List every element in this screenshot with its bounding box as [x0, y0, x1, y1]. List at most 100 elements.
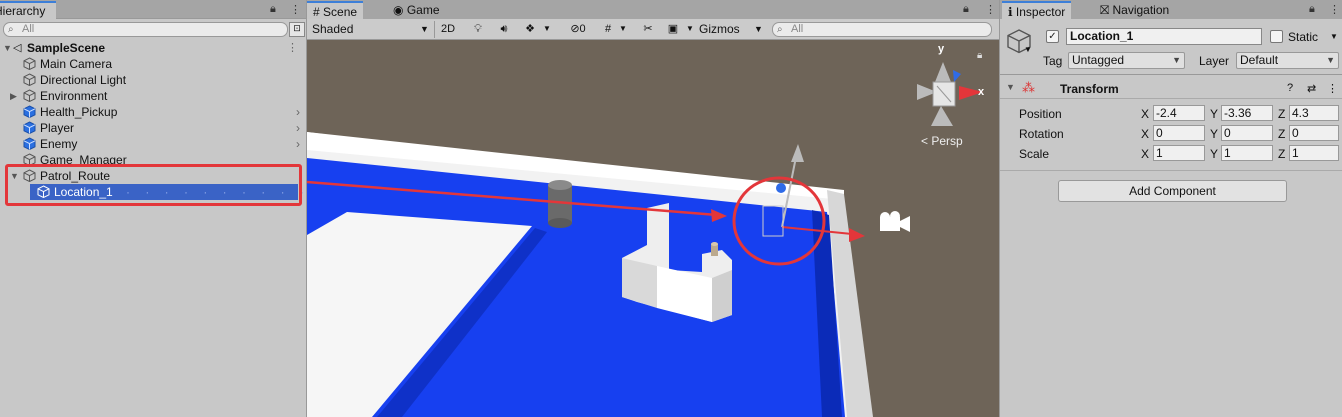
lock-icon[interactable]: 🔒︎: [270, 3, 276, 16]
shading-mode-label: Shaded: [312, 22, 354, 36]
layer-dropdown[interactable]: Default ▼: [1236, 52, 1339, 69]
lock-icon[interactable]: 🔒︎: [1309, 3, 1315, 16]
effects-toggle-icon[interactable]: ❖: [519, 20, 541, 38]
list-item[interactable]: Health_Pickup ›: [0, 104, 306, 120]
tab-hierarchy[interactable]: Hierarchy: [0, 1, 56, 19]
component-menu-icon[interactable]: ⋮: [1327, 82, 1338, 95]
list-item[interactable]: Directional Light: [0, 72, 306, 88]
tag-dropdown[interactable]: Untagged ▼: [1068, 52, 1185, 69]
axis-x-label: x: [978, 86, 985, 98]
gizmos-label: Gizmos: [699, 22, 740, 36]
scale-y-field[interactable]: 1: [1221, 145, 1273, 161]
audio-toggle-icon[interactable]: 🔊︎: [493, 20, 515, 38]
list-item[interactable]: Player ›: [0, 120, 306, 136]
object-name-field[interactable]: Location_1: [1066, 28, 1262, 45]
dropdown-arrow-icon: ▼: [1172, 55, 1181, 65]
2d-toggle[interactable]: 2D: [437, 20, 459, 38]
axis-z-label: Z: [1278, 147, 1286, 161]
tab-inspector[interactable]: ℹ︎ Inspector: [1002, 1, 1072, 19]
2d-toggle-label: 2D: [440, 23, 456, 35]
add-component-button[interactable]: Add Component: [1058, 180, 1287, 202]
more-menu-icon[interactable]: ⋮: [290, 3, 301, 16]
scene-menu-icon[interactable]: ⋮: [287, 40, 298, 56]
more-menu-icon[interactable]: ⋮: [985, 3, 996, 16]
axis-y-label: y: [938, 43, 945, 55]
chevron-right-icon[interactable]: ›: [296, 120, 300, 136]
hidden-objects-toggle[interactable]: ⊘0: [563, 20, 593, 38]
lock-icon[interactable]: 🔒︎: [977, 50, 982, 61]
expand-arrow-icon[interactable]: ▼: [3, 40, 12, 56]
unity-scene-icon: ◁: [13, 42, 22, 54]
list-item-label: Player: [40, 121, 75, 135]
camera-icon[interactable]: ▣: [662, 20, 684, 38]
position-z-field[interactable]: 4.3: [1289, 105, 1339, 121]
hierarchy-search-input[interactable]: ⌕ All: [3, 22, 288, 37]
shading-mode-dropdown[interactable]: Shaded ▼: [312, 20, 430, 39]
effects-dropdown-icon[interactable]: ▼: [541, 20, 553, 38]
scene-search-input[interactable]: ⌕ All: [772, 22, 992, 37]
lighting-toggle-icon[interactable]: 💡︎: [467, 20, 489, 38]
hidden-count: 0: [579, 23, 586, 35]
position-x-field[interactable]: -2.4: [1153, 105, 1205, 121]
expand-arrow-icon[interactable]: ▼: [1006, 82, 1015, 92]
list-item-label: Health_Pickup: [40, 105, 118, 119]
tab-scene[interactable]: # Scene: [307, 1, 364, 19]
static-dropdown-icon[interactable]: ▼: [1330, 32, 1338, 41]
position-y-field[interactable]: -3.36: [1221, 105, 1273, 121]
tools-icon[interactable]: ✂: [637, 20, 659, 38]
list-item[interactable]: ▶ Environment: [0, 88, 306, 104]
prefab-icon: [23, 137, 36, 150]
tab-game[interactable]: ◉ Game: [387, 1, 446, 19]
rotation-z-field[interactable]: 0: [1289, 125, 1339, 141]
hierarchy-tabbar: Hierarchy 🔒︎ ⋮: [0, 0, 306, 19]
rotation-y-field[interactable]: 0: [1221, 125, 1273, 141]
static-checkbox[interactable]: [1270, 30, 1283, 43]
presets-icon[interactable]: ⇄: [1307, 82, 1316, 95]
grid-dropdown-icon[interactable]: ▼: [617, 20, 629, 38]
scene-root-row[interactable]: ▼ ◁ SampleScene ⋮: [0, 40, 306, 56]
rotation-x-field[interactable]: 0: [1153, 125, 1205, 141]
icon-dropdown-icon[interactable]: ▼: [1024, 45, 1032, 54]
prefab-icon: [23, 105, 36, 118]
grid-toggle-icon[interactable]: #: [597, 20, 619, 38]
scene-panel: # Scene ◉ Game 🔒︎ ⋮ Shaded ▼ 2D 💡︎ 🔊︎ ❖ …: [307, 0, 999, 417]
axis-x-label: X: [1141, 147, 1150, 161]
transform-icon: ⁂: [1022, 80, 1035, 95]
list-item-label: Main Camera: [40, 57, 113, 71]
axis-z-label: Z: [1278, 127, 1286, 141]
transform-component-header[interactable]: ▼ ⁂ Transform ? ⇄ ⋮: [1000, 78, 1342, 99]
scale-label: Scale: [1019, 147, 1050, 161]
search-icon: ⌕: [777, 24, 783, 35]
axis-x-label: X: [1141, 127, 1150, 141]
more-menu-icon[interactable]: ⋮: [1329, 3, 1340, 16]
inspector-object-header: ▼ ✓ Location_1 Static ▼ Tag Untagged ▼ L…: [1000, 19, 1342, 75]
position-label: Position: [1019, 107, 1062, 121]
gizmos-dropdown[interactable]: Gizmos ▼: [699, 20, 763, 39]
collapsed-arrow-icon[interactable]: ▶: [10, 88, 17, 104]
perspective-toggle[interactable]: < Persp: [921, 134, 963, 148]
axis-z-label: Z: [1278, 107, 1286, 121]
tab-navigation[interactable]: ⛝ Navigation: [1094, 1, 1175, 19]
info-icon: ℹ︎: [1008, 5, 1013, 19]
tab-hierarchy-label: Hierarchy: [0, 4, 46, 18]
scale-x-field[interactable]: 1: [1153, 145, 1205, 161]
scene-search-placeholder: All: [791, 23, 804, 35]
scale-z-field[interactable]: 1: [1289, 145, 1339, 161]
search-filter-button[interactable]: ⊡: [289, 22, 305, 37]
chevron-right-icon[interactable]: ›: [296, 104, 300, 120]
tab-inspector-label: Inspector: [1015, 5, 1066, 19]
camera-dropdown-icon[interactable]: ▼: [684, 20, 696, 38]
tab-navigation-label: Navigation: [1112, 3, 1170, 17]
chevron-right-icon[interactable]: ›: [296, 136, 300, 152]
axis-x-label: X: [1141, 107, 1150, 121]
list-item[interactable]: Main Camera: [0, 56, 306, 72]
active-checkbox[interactable]: ✓: [1046, 30, 1059, 43]
scene-viewport[interactable]: y x 🔒︎ < Persp: [307, 40, 999, 417]
lock-icon[interactable]: 🔒︎: [963, 3, 969, 16]
help-icon[interactable]: ?: [1287, 82, 1293, 94]
highlight-box: [5, 164, 302, 206]
list-item-label: Enemy: [40, 137, 78, 151]
list-item[interactable]: Enemy ›: [0, 136, 306, 152]
prefab-icon: [23, 121, 36, 134]
inspector-tabbar: ℹ︎ Inspector ⛝ Navigation 🔒︎ ⋮: [1000, 0, 1342, 19]
